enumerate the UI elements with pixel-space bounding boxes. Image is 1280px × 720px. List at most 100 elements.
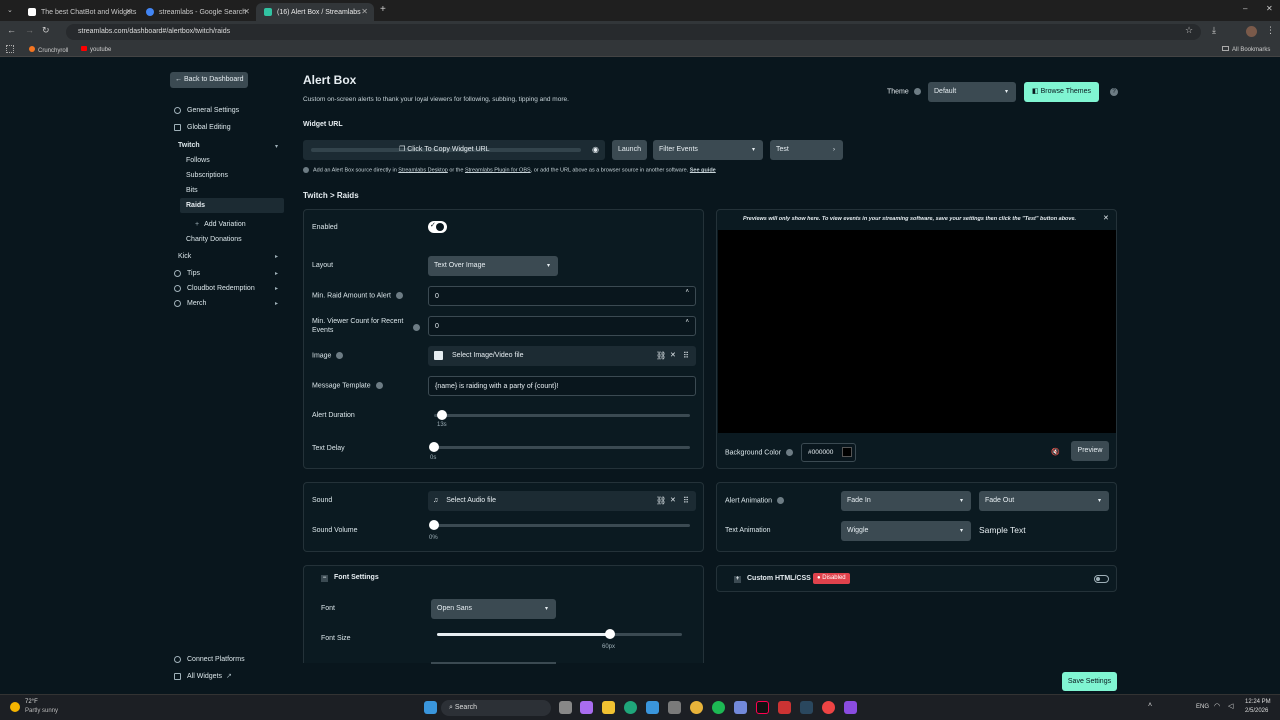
text-animation-select[interactable]: Wiggle ▾: [841, 521, 971, 541]
edge-icon[interactable]: [624, 701, 637, 714]
test-button[interactable]: Test ›: [770, 140, 843, 160]
grid-icon[interactable]: ⠿: [683, 491, 689, 511]
chevron-down-icon[interactable]: ▾: [275, 143, 278, 150]
min-viewer-input[interactable]: 0 ˄: [428, 316, 696, 336]
chevron-right-icon[interactable]: ▸: [275, 270, 278, 277]
widget-url-field[interactable]: ❐ Click To Copy Widget URL ◉: [303, 140, 605, 160]
enabled-toggle[interactable]: ✓: [428, 221, 447, 233]
sidebar-item-follows[interactable]: Follows: [186, 157, 210, 164]
sidebar-item-subscriptions[interactable]: Subscriptions: [186, 172, 228, 179]
custom-html-toggle[interactable]: [1094, 575, 1109, 583]
task-view-icon[interactable]: [559, 701, 572, 714]
mute-icon[interactable]: 🔇: [1051, 448, 1060, 456]
obs-plugin-link[interactable]: Streamlabs Plugin for OBS: [465, 167, 531, 173]
chevron-right-icon[interactable]: ▸: [275, 253, 278, 260]
close-icon[interactable]: ✕: [670, 346, 676, 366]
avatar[interactable]: [1246, 26, 1257, 37]
connect-platforms-link[interactable]: Connect Platforms: [174, 656, 245, 663]
close-icon[interactable]: ✕: [1103, 214, 1109, 222]
all-bookmarks[interactable]: All Bookmarks: [1222, 46, 1270, 53]
chevron-right-icon[interactable]: ▸: [275, 300, 278, 307]
apps-icon[interactable]: [6, 45, 14, 53]
app-icon[interactable]: [844, 701, 857, 714]
tab-alertbox[interactable]: (16) Alert Box / Streamlabs ✕: [256, 3, 374, 21]
all-widgets-link[interactable]: All Widgets ↗: [174, 672, 232, 680]
launch-button[interactable]: Launch: [612, 140, 647, 160]
weather-icon[interactable]: [10, 702, 20, 712]
url-field[interactable]: streamlabs.com/dashboard#/alertbox/twitc…: [66, 24, 1201, 40]
spotify-icon[interactable]: [712, 701, 725, 714]
taskbar-search[interactable]: ⌕ Search: [441, 700, 551, 716]
copilot-icon[interactable]: [580, 701, 593, 714]
chevron-right-icon[interactable]: ▸: [275, 285, 278, 292]
help-icon[interactable]: ?: [1110, 88, 1118, 96]
font-size-slider-knob[interactable]: [605, 629, 615, 639]
sidebar-item-charity[interactable]: Charity Donations: [186, 236, 242, 243]
link-icon[interactable]: ⛓: [656, 491, 666, 511]
back-icon[interactable]: ←: [7, 25, 16, 35]
copy-url-button[interactable]: ❐ Click To Copy Widget URL: [399, 140, 490, 160]
app-icon[interactable]: [668, 701, 681, 714]
stepper-icon[interactable]: ˄: [685, 282, 689, 302]
chevron-up-icon[interactable]: ˄: [1148, 702, 1152, 709]
sidebar-item-tips[interactable]: Tips: [174, 270, 200, 277]
file-explorer-icon[interactable]: [602, 701, 615, 714]
lang-indicator[interactable]: ENG: [1196, 704, 1209, 710]
chrome-icon[interactable]: [690, 701, 703, 714]
link-icon[interactable]: ⛓: [656, 346, 666, 366]
volume-icon[interactable]: ◁: [1228, 702, 1233, 710]
close-icon[interactable]: ✕: [670, 491, 676, 511]
sidebar-item-general-settings[interactable]: General Settings: [174, 107, 239, 114]
sidebar-item-bits[interactable]: Bits: [186, 187, 198, 194]
mail-icon[interactable]: [646, 701, 659, 714]
stepper-icon[interactable]: ˄: [685, 312, 689, 332]
custom-html-header[interactable]: + Custom HTML/CSS: [734, 575, 811, 583]
volume-slider[interactable]: [434, 524, 690, 527]
close-icon[interactable]: ✕: [361, 7, 368, 16]
clock-date[interactable]: 2/5/2026: [1245, 708, 1268, 714]
font-settings-header[interactable]: − Font Settings: [321, 574, 379, 582]
message-template-input[interactable]: {name} is raiding with a party of {count…: [428, 376, 696, 396]
star-icon[interactable]: ☆: [1185, 25, 1193, 36]
bookmark-youtube[interactable]: youtube: [81, 46, 111, 53]
download-icon[interactable]: ⤓: [1212, 25, 1216, 36]
save-settings-button[interactable]: Save Settings: [1062, 672, 1117, 691]
windows-start-icon[interactable]: [424, 701, 437, 714]
delay-slider[interactable]: [434, 446, 690, 449]
new-tab-icon[interactable]: +: [380, 4, 386, 15]
streamlabs-desktop-link[interactable]: Streamlabs Desktop: [398, 167, 448, 173]
color-swatch[interactable]: [842, 447, 852, 457]
clock-time[interactable]: 12:24 PM: [1245, 699, 1271, 705]
sidebar-item-twitch[interactable]: Twitch: [178, 142, 200, 149]
add-variation-button[interactable]: + Add Variation: [195, 221, 246, 228]
close-window-icon[interactable]: ✕: [1266, 4, 1273, 13]
see-guide-link[interactable]: See guide: [690, 167, 716, 173]
delay-slider-knob[interactable]: [429, 442, 439, 452]
theme-select[interactable]: Default ▾: [928, 82, 1016, 102]
fade-out-select[interactable]: Fade Out ▾: [979, 491, 1109, 511]
close-icon[interactable]: ✕: [243, 7, 250, 16]
menu-icon[interactable]: ⋮: [1266, 25, 1275, 36]
reload-icon[interactable]: ↻: [42, 25, 50, 36]
duration-slider-knob[interactable]: [437, 410, 447, 420]
close-icon[interactable]: ✕: [125, 7, 132, 16]
duration-slider[interactable]: [434, 414, 690, 417]
discord-icon[interactable]: [734, 701, 747, 714]
layout-select[interactable]: Text Over Image ▾: [428, 256, 558, 276]
wifi-icon[interactable]: ◠: [1214, 702, 1220, 710]
grid-icon[interactable]: ⠿: [683, 346, 689, 366]
filter-events-select[interactable]: Filter Events ▾: [653, 140, 763, 160]
eye-icon[interactable]: ◉: [592, 145, 599, 154]
fade-in-select[interactable]: Fade In ▾: [841, 491, 971, 511]
bookmark-crunchyroll[interactable]: Crunchyroll: [29, 46, 68, 54]
font-select[interactable]: Open Sans ▾: [431, 599, 556, 619]
app-icon[interactable]: [778, 701, 791, 714]
tab-google[interactable]: streamlabs - Google Search ✕: [138, 3, 256, 21]
steam-icon[interactable]: [800, 701, 813, 714]
back-to-dashboard-button[interactable]: ← Back to Dashboard: [170, 72, 248, 88]
background-color-input[interactable]: #000000: [801, 443, 856, 462]
tab-chatbot[interactable]: The best ChatBot and Widgets ✕: [20, 3, 138, 21]
sidebar-item-raids[interactable]: Raids: [180, 198, 284, 213]
app-icon[interactable]: [822, 701, 835, 714]
tab-list-icon[interactable]: ⌄: [7, 6, 13, 14]
